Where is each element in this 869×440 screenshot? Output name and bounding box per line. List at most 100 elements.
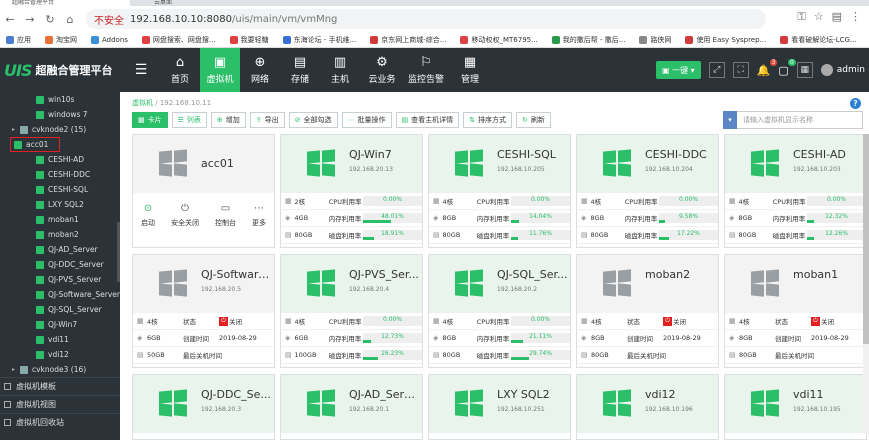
vm-card-header[interactable]: QJ-DDC_Se... 192.168.20.3 — [133, 375, 274, 433]
alert-bell-icon[interactable]: 🔔 3 — [757, 58, 778, 77]
tree-vm-item[interactable]: QJ-Software_Server — [0, 287, 120, 302]
vm-card[interactable]: QJ-Software... 192.168.20.5 ▦ 4核 状态 ⏻ 关闭 ◈ 6GB 创建… — [132, 254, 275, 368]
key-icon[interactable]: ⚿ — [797, 10, 805, 24]
tree-host-node[interactable]: ▸ cvknode2 (15) — [0, 122, 120, 137]
sidebar-section[interactable]: 虚拟机视图 — [0, 395, 120, 413]
menu-icon[interactable]: ⋮ — [850, 10, 861, 24]
toolbar-button[interactable]: ▦ 卡片 — [132, 112, 168, 128]
nav-5[interactable]: ⚙ 云业务 — [360, 48, 404, 92]
search-filter-dropdown[interactable]: ▾ — [723, 111, 737, 129]
bookmark-item[interactable]: 淘宝网 — [45, 35, 77, 45]
tree-vm-item[interactable]: QJ-AD_Server — [0, 242, 120, 257]
vm-card[interactable]: QJ-DDC_Se... 192.168.20.3 — [132, 374, 275, 440]
vm-card[interactable]: moban2 ▦ 4核 状态 ⏻ 关闭 ◈ 8GB 创建时间 2019-08-29 ▤ 80GB 最后关… — [576, 254, 719, 368]
vm-card-header[interactable]: CESHI-DDC 192.168.10.204 — [577, 135, 718, 193]
vm-card-header[interactable]: moban2 — [577, 255, 718, 313]
sidebar-section[interactable]: 虚拟机回收站 — [0, 413, 120, 431]
vm-card-header[interactable]: moban1 — [725, 255, 866, 313]
vm-card[interactable]: CESHI-SQL 192.168.10.205 ▦ 4核 CPU利用率 0.00% ◈ 8G… — [428, 134, 571, 248]
toolbar-button[interactable]: ▤ 查看主机详情 — [395, 112, 460, 128]
expand-icon[interactable]: ⤢ — [708, 62, 725, 78]
hamburger-icon[interactable]: ☰ — [122, 48, 160, 92]
bookmark-item[interactable]: 看看破解论坛-LCG... — [780, 35, 857, 45]
nav-3[interactable]: ▤ 存储 — [280, 48, 320, 92]
tree-vm-item[interactable]: acc01 — [10, 137, 60, 152]
vm-card[interactable]: QJ-PVS_Ser... 192.168.20.4 ▦ 4核 CPU利用率 0.00% ◈… — [280, 254, 423, 368]
nav-4[interactable]: ▥ 主机 — [320, 48, 360, 92]
scrollbar-thumb[interactable] — [863, 134, 869, 344]
search-input[interactable]: 请输入虚拟机显示名称 — [737, 111, 863, 129]
vm-name[interactable]: QJ-Win7 — [349, 148, 421, 161]
toolbar-button[interactable]: ↻ 刷新 — [516, 112, 551, 128]
bookmark-item[interactable]: 移动权权_MT6795... — [460, 35, 538, 45]
sidebar-section[interactable]: 虚拟机模板 — [0, 377, 120, 395]
tree-vm-item[interactable]: windows 7 — [0, 107, 120, 122]
vm-card[interactable]: QJ-AD_Server 192.168.20.1 — [280, 374, 423, 440]
tree-vm-item[interactable]: moban2 — [0, 227, 120, 242]
tree-vm-item[interactable]: vdi11 — [0, 332, 120, 347]
tree-vm-item[interactable]: CESHI-AD — [0, 152, 120, 167]
tree-vm-item[interactable]: win10s — [0, 92, 120, 107]
vm-name[interactable]: moban2 — [645, 268, 717, 281]
bookmark-item[interactable]: 京东网上商城-综合... — [370, 35, 446, 45]
vm-name[interactable]: CESHI-AD — [793, 148, 865, 161]
tree-vm-item[interactable]: LXY SQL2 — [0, 197, 120, 212]
vm-card[interactable]: CESHI-DDC 192.168.10.204 ▦ 4核 CPU利用率 0.00% ◈ 8G… — [576, 134, 719, 248]
home-icon[interactable]: ⌂ — [60, 13, 80, 26]
bookmark-item[interactable]: 我要轻糖 — [229, 35, 269, 45]
url-field[interactable]: 不安全 192.168.10.10:8080 /uis/main/vm/vmMn… — [86, 9, 766, 29]
vm-card-header[interactable]: LXY SQL2 192.168.10.251 — [429, 375, 570, 433]
tree-vm-item[interactable]: QJ-PVS_Server — [0, 272, 120, 287]
tree-vm-item[interactable]: CESHI-DDC — [0, 167, 120, 182]
vm-action-0[interactable]: ⊙ 启动 — [141, 203, 155, 228]
expand-caret-icon[interactable]: ▸ — [12, 366, 20, 373]
nav-7[interactable]: ▦ 管理 — [448, 48, 492, 92]
star-icon[interactable]: ☆ — [814, 10, 824, 24]
forward-icon[interactable]: → — [20, 13, 40, 26]
vm-card-header[interactable]: QJ-Software... 192.168.20.5 — [133, 255, 274, 313]
nav-0[interactable]: ⌂ 首页 — [160, 48, 200, 92]
nav-2[interactable]: ⊕ 网络 — [240, 48, 280, 92]
vm-name[interactable]: vdi12 — [645, 388, 717, 401]
tree-vm-item[interactable]: moban1 — [0, 212, 120, 227]
vm-action-1[interactable]: ⏻ 安全关闭 — [171, 203, 199, 228]
vm-name[interactable]: acc01 — [201, 157, 273, 170]
vm-name[interactable]: vdi11 — [793, 388, 865, 401]
toolbar-button[interactable]: ⊕ 增加 — [210, 112, 246, 128]
vm-name[interactable]: QJ-AD_Server — [349, 388, 421, 401]
vm-name[interactable]: QJ-DDC_Se... — [201, 388, 273, 401]
vm-card-header[interactable]: QJ-SQL_Ser... 192.168.20.2 — [429, 255, 570, 313]
grid-menu-icon[interactable]: ▦ — [796, 62, 813, 78]
vm-card[interactable]: vdi12 192.168.10.196 — [576, 374, 719, 440]
vm-card-header[interactable]: QJ-Win7 192.168.20.13 — [281, 135, 422, 193]
vm-name[interactable]: LXY SQL2 — [497, 388, 569, 401]
vm-card[interactable]: acc01 ⊙ 启动 ⏻ 安全关闭 ▭ 控制台 ⋯ 更多 — [132, 134, 275, 248]
vm-card[interactable]: moban1 ▦ 4核 状态 ⏻ 关闭 ◈ 8GB 创建时间 2019-08-29 ▤ 80GB 最后关… — [724, 254, 867, 368]
tree-host-node[interactable]: ▸ cvknode3 (16) — [0, 362, 120, 377]
bookmark-item[interactable]: Addons — [91, 35, 128, 44]
vm-card-header[interactable]: QJ-PVS_Ser... 192.168.20.4 — [281, 255, 422, 313]
help-icon[interactable]: ? — [850, 98, 861, 109]
vm-name[interactable]: CESHI-SQL — [497, 148, 569, 161]
bookmark-item[interactable]: 我的撒后帮 - 撒后... — [551, 35, 625, 45]
vm-card-header[interactable]: QJ-AD_Server 192.168.20.1 — [281, 375, 422, 433]
tree-vm-item[interactable]: vdi12 — [0, 347, 120, 362]
bookmark-item[interactable]: 东海论坛 - 手机维... — [282, 35, 356, 45]
toolbar-button[interactable]: ⊘ 全部勾选 — [288, 112, 338, 128]
toolbar-button[interactable]: ☰ 列表 — [171, 112, 207, 128]
one-click-button[interactable]: ▣ 一键 ▾ — [656, 61, 701, 79]
vm-card-header[interactable]: vdi11 192.168.10.195 — [725, 375, 866, 433]
vm-card[interactable]: CESHI-AD 192.168.10.203 ▦ 4核 CPU利用率 0.00% ◈ 8GB… — [724, 134, 867, 248]
expand-caret-icon[interactable]: ▸ — [12, 126, 20, 133]
toolbar-button[interactable]: ⇅ 排序方式 — [463, 112, 513, 128]
tree-vm-item[interactable]: QJ-SQL_Server — [0, 302, 120, 317]
page-scrollbar[interactable] — [863, 134, 869, 434]
vm-name[interactable]: QJ-SQL_Ser... — [497, 268, 569, 281]
bookmark-item[interactable]: 应用 — [6, 35, 31, 45]
nav-1[interactable]: ▣ 虚拟机 — [200, 48, 240, 92]
vm-card-header[interactable]: CESHI-AD 192.168.10.203 — [725, 135, 866, 193]
vm-name[interactable]: QJ-Software... — [201, 268, 273, 281]
reload-icon[interactable]: ↻ — [40, 13, 60, 26]
toolbar-button[interactable]: ⋯ 批量操作 — [341, 112, 392, 128]
vm-card[interactable]: QJ-SQL_Ser... 192.168.20.2 ▦ 4核 CPU利用率 0.00% ◈… — [428, 254, 571, 368]
